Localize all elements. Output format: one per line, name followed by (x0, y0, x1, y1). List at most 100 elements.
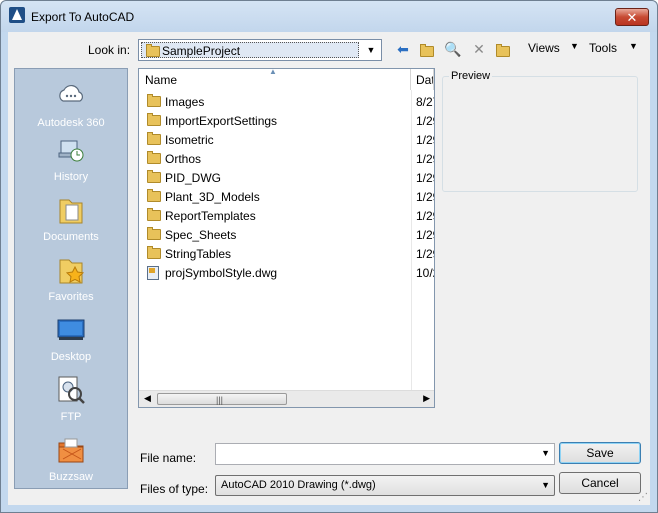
ftp-icon (58, 376, 85, 404)
horizontal-scrollbar[interactable]: ◀ ||| ▶ (139, 390, 434, 407)
folder-icon (147, 170, 161, 183)
file-name-label: File name: (140, 451, 197, 465)
file-name-input[interactable]: ▼ (215, 443, 555, 465)
places-bar: Autodesk 360 History Documents Favorites… (14, 68, 128, 489)
views-menu[interactable]: Views (528, 41, 560, 55)
scroll-right-icon[interactable]: ▶ (423, 393, 430, 404)
file-name: ImportExportSettings (165, 114, 278, 128)
tools-menu[interactable]: Tools (589, 41, 617, 55)
folder-icon (147, 113, 161, 126)
folder-icon (147, 227, 161, 240)
file-date: 1/29 (416, 133, 434, 147)
search-web-icon[interactable]: 🔍 (443, 40, 463, 58)
autocad-logo-icon (9, 7, 25, 23)
desktop-icon (57, 319, 85, 340)
scroll-left-icon[interactable]: ◀ (144, 393, 151, 404)
place-documents[interactable]: Documents (15, 191, 127, 251)
place-label: Documents (43, 231, 99, 243)
file-name: Isometric (165, 133, 214, 147)
place-label: Favorites (48, 291, 94, 303)
file-date: 8/27 (416, 95, 434, 109)
place-label: Desktop (50, 351, 92, 363)
preview-label: Preview (449, 70, 493, 82)
file-name: StringTables (165, 247, 232, 261)
list-item[interactable]: PID_DWG 1/29 (139, 168, 434, 187)
folder-icon (147, 151, 161, 164)
place-favorites[interactable]: Favorites (15, 251, 127, 311)
file-date: 1/29 (416, 114, 434, 128)
column-header-date[interactable]: Date (411, 69, 434, 90)
file-type-label: Files of type: (140, 482, 209, 496)
file-date: 1/29 (416, 247, 434, 261)
place-ftp[interactable]: FTP (15, 371, 127, 431)
place-autodesk-360[interactable]: Autodesk 360 (15, 71, 127, 131)
place-label: Autodesk 360 (37, 117, 105, 129)
lookin-selection: SampleProject (141, 42, 359, 58)
list-item[interactable]: Images 8/27 (139, 92, 434, 111)
dialog-client: Look in: SampleProject ▼ ⬅ 🔍 ✕ Views ▼ T… (8, 32, 650, 505)
file-date: 1/29 (416, 228, 434, 242)
close-button[interactable]: ✕ (615, 8, 649, 26)
folder-icon (147, 189, 161, 202)
place-label: Buzzsaw (48, 471, 94, 483)
scrollbar-thumb[interactable]: ||| (157, 393, 287, 405)
folder-icon (147, 94, 161, 107)
preview-area (442, 76, 638, 192)
file-name: projSymbolStyle.dwg (165, 266, 278, 280)
list-item[interactable]: Orthos 1/29 (139, 149, 434, 168)
file-date: 1/29 (416, 209, 434, 223)
list-item[interactable]: ReportTemplates 1/29 (139, 206, 434, 225)
place-history[interactable]: History (15, 131, 127, 191)
back-arrow-icon[interactable]: ⬅ (393, 40, 413, 58)
place-buzzsaw[interactable]: Buzzsaw (15, 431, 127, 491)
chevron-down-icon[interactable]: ▼ (541, 448, 550, 458)
column-header-name-label: Name (145, 73, 178, 87)
list-item[interactable]: projSymbolStyle.dwg 10/2 (139, 263, 434, 282)
column-header-name[interactable]: Name ▲ (139, 67, 411, 90)
lookin-label: Look in: (88, 43, 131, 57)
title-bar[interactable]: Export To AutoCAD ✕ (1, 1, 657, 32)
file-date: 1/29 (416, 171, 434, 185)
lookin-value: SampleProject (162, 44, 241, 58)
file-name: ReportTemplates (165, 209, 256, 223)
list-item[interactable]: Plant_3D_Models 1/29 (139, 187, 434, 206)
list-item[interactable]: Isometric 1/29 (139, 130, 434, 149)
views-chevron-down-icon[interactable]: ▼ (570, 41, 579, 51)
list-item[interactable]: Spec_Sheets 1/29 (139, 225, 434, 244)
file-type-select[interactable]: AutoCAD 2010 Drawing (*.dwg) ▼ (215, 475, 555, 496)
delete-icon[interactable]: ✕ (469, 40, 489, 58)
list-item[interactable]: ImportExportSettings 1/29 (139, 111, 434, 130)
dwg-file-icon (147, 266, 159, 280)
export-dialog: Export To AutoCAD ✕ Look in: SampleProje… (0, 0, 658, 513)
place-desktop[interactable]: Desktop (15, 311, 127, 371)
file-name: Spec_Sheets (165, 228, 237, 242)
file-date: 10/2 (416, 266, 434, 280)
file-name: Orthos (165, 152, 202, 166)
buzzsaw-icon (58, 438, 84, 463)
file-date: 1/29 (416, 152, 434, 166)
list-item[interactable]: StringTables 1/29 (139, 244, 434, 263)
lookin-dropdown[interactable]: SampleProject ▼ (138, 39, 382, 61)
file-name: Plant_3D_Models (165, 190, 260, 204)
up-folder-icon[interactable] (417, 40, 437, 58)
save-button[interactable]: Save (559, 442, 641, 464)
cloud-icon (59, 84, 83, 102)
tools-chevron-down-icon[interactable]: ▼ (629, 41, 638, 51)
file-list[interactable]: Name ▲ Date Images 8/27 ImportExportSett… (138, 67, 435, 408)
documents-icon (59, 199, 83, 224)
folder-icon (146, 44, 160, 57)
window-title: Export To AutoCAD (31, 10, 135, 24)
place-label: FTP (60, 411, 82, 423)
cancel-button[interactable]: Cancel (559, 472, 641, 494)
chevron-down-icon[interactable]: ▼ (541, 480, 550, 490)
file-date: 1/29 (416, 190, 434, 204)
sort-ascending-icon: ▲ (269, 67, 277, 76)
history-icon (58, 140, 84, 162)
folder-icon (147, 132, 161, 145)
chevron-down-icon[interactable]: ▼ (363, 42, 379, 58)
resize-grip-icon[interactable]: ⋰ (638, 492, 648, 503)
folder-icon (147, 246, 161, 259)
file-type-value: AutoCAD 2010 Drawing (*.dwg) (221, 479, 376, 491)
column-header-date-label: Date (416, 73, 433, 87)
new-folder-icon[interactable] (493, 40, 513, 58)
